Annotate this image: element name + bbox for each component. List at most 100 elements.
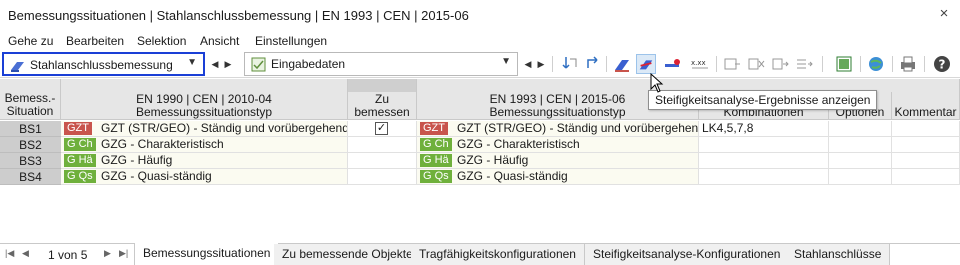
col-header-situation: Bemess.- Situation — [0, 79, 61, 120]
status-badge: GZT — [420, 122, 448, 135]
row-id: BS2 — [0, 137, 61, 153]
move-row-icon[interactable] — [770, 54, 790, 74]
view-select[interactable]: Eingabedaten ▼ — [244, 52, 518, 76]
print-icon[interactable] — [898, 54, 918, 74]
left-type-cell[interactable]: G Hä GZG - Häufig — [61, 153, 348, 169]
col-header-top-left — [61, 79, 348, 92]
export-row-icon[interactable] — [794, 54, 814, 74]
module-select-value: Stahlanschlussbemessung — [30, 58, 173, 72]
left-type-cell[interactable]: G Ch GZG - Charakteristisch — [61, 137, 348, 153]
arrow-return-icon[interactable] — [560, 54, 580, 74]
to-design-cell[interactable] — [348, 153, 417, 169]
separator — [860, 56, 861, 72]
col-header-top-mid — [348, 79, 417, 92]
prev-arrow-icon[interactable]: ◀ — [209, 55, 221, 73]
values-icon[interactable]: x.xx — [690, 54, 710, 74]
right-type-cell[interactable]: GZT GZT (STR/GEO) - Ständig und vorüberg… — [417, 121, 699, 137]
close-icon[interactable]: × — [936, 6, 952, 22]
col-header-to-design: Zu bemessen — [348, 92, 417, 120]
menu-view[interactable]: Ansicht — [200, 34, 239, 48]
globe-icon[interactable] — [866, 54, 886, 74]
separator — [552, 56, 553, 72]
menu-edit[interactable]: Bearbeiten — [66, 34, 124, 48]
combos-cell[interactable] — [699, 137, 829, 153]
status-badge: G Ch — [64, 138, 96, 151]
status-badge: GZT — [64, 122, 92, 135]
window-title: Bemessungssituationen | Stahlanschlussbe… — [8, 8, 469, 23]
status-badge: G Qs — [64, 170, 96, 183]
table-row[interactable]: BS2 G Ch GZG - Charakteristisch G Ch GZG… — [0, 137, 960, 153]
svg-text:?: ? — [939, 58, 946, 72]
row-id: BS1 — [0, 121, 61, 137]
separator — [924, 56, 925, 72]
tooltip: Steifigkeitsanalyse-Ergebnisse anzeigen — [648, 90, 878, 110]
title-bar: Bemessungssituationen | Stahlanschlussbe… — [0, 0, 960, 31]
next-arrow-icon[interactable]: ▶ — [535, 55, 547, 73]
menu-bar: Gehe zu Bearbeiten Selektion Ansicht Ein… — [0, 31, 960, 51]
row-id: BS3 — [0, 153, 61, 169]
combos-cell[interactable]: LK4,5,7,8 — [699, 121, 829, 137]
col-header-comment: Kommentar — [892, 92, 960, 120]
menu-settings[interactable]: Einstellungen — [255, 34, 327, 48]
insert-row-icon[interactable] — [722, 54, 742, 74]
bottom-bar: |◀ ◀ 1 von 5 ▶ ▶| Bemessungssituationen … — [0, 243, 960, 265]
menu-selection[interactable]: Selektion — [137, 34, 186, 48]
right-type-cell[interactable]: G Qs GZG - Quasi-ständig — [417, 169, 699, 185]
delete-row-icon[interactable] — [746, 54, 766, 74]
comment-cell[interactable] — [892, 153, 960, 169]
to-design-checkbox[interactable]: ✓ — [375, 122, 388, 135]
prev-page-icon[interactable]: ◀ — [22, 248, 29, 259]
view-select-value: Eingabedaten — [271, 57, 346, 71]
page-indicator: 1 von 5 — [48, 248, 88, 262]
left-type-label: Bemessungssituationstyp — [135, 105, 273, 119]
next-arrow-icon[interactable]: ▶ — [222, 55, 234, 73]
tab-design-situations[interactable]: Bemessungssituationen — [134, 243, 280, 265]
help-icon[interactable]: ? — [932, 54, 952, 74]
steel-connection-icon — [11, 62, 24, 72]
status-badge: G Hä — [64, 154, 96, 167]
svg-text:x.xx: x.xx — [691, 59, 706, 67]
first-page-icon[interactable]: |◀ — [5, 248, 14, 259]
arrow-loop-icon[interactable] — [583, 54, 603, 74]
comment-cell[interactable] — [892, 169, 960, 185]
mouse-cursor-icon — [650, 73, 664, 93]
status-badge: G Hä — [420, 154, 452, 167]
excel-export-icon[interactable] — [834, 54, 854, 74]
right-type-cell[interactable]: G Ch GZG - Charakteristisch — [417, 137, 699, 153]
deformation-icon[interactable] — [662, 54, 682, 74]
left-type-cell[interactable]: G Qs GZG - Quasi-ständig — [61, 169, 348, 185]
toolbar: Stahlanschlussbemessung ▼ ◀ ▶ Eingabedat… — [0, 51, 960, 78]
table-row[interactable]: BS3 G Hä GZG - Häufig G Hä GZG - Häufig — [0, 153, 960, 169]
to-design-cell[interactable] — [348, 137, 417, 153]
options-cell[interactable] — [829, 153, 892, 169]
status-badge: G Ch — [420, 138, 452, 151]
to-design-cell[interactable] — [348, 169, 417, 185]
right-type-cell[interactable]: G Hä GZG - Häufig — [417, 153, 699, 169]
options-cell[interactable] — [829, 121, 892, 137]
tab-stiffness-configurations[interactable]: Steifigkeitsanalyse-Konfigurationen — [585, 244, 790, 265]
result-view-icon[interactable] — [612, 54, 632, 74]
combos-cell[interactable] — [699, 169, 829, 185]
status-badge: G Qs — [420, 170, 452, 183]
tab-objects-to-design[interactable]: Zu bemessende Objekte — [274, 244, 422, 265]
stiffness-results-icon[interactable] — [636, 54, 656, 74]
tab-ultimate-configurations[interactable]: Tragfähigkeitskonfigurationen — [411, 244, 585, 265]
to-design-cell[interactable]: ✓ — [348, 121, 417, 137]
tab-steel-connections[interactable]: Stahlanschlüsse — [786, 244, 891, 265]
comment-cell[interactable] — [892, 121, 960, 137]
separator — [892, 56, 893, 72]
combos-cell[interactable] — [699, 153, 829, 169]
options-cell[interactable] — [829, 169, 892, 185]
table-row[interactable]: BS1 GZT GZT (STR/GEO) - Ständig und vorü… — [0, 121, 960, 137]
prev-arrow-icon[interactable]: ◀ — [522, 55, 534, 73]
table-row[interactable]: BS4 G Qs GZG - Quasi-ständig G Qs GZG - … — [0, 169, 960, 185]
module-select[interactable]: Stahlanschlussbemessung ▼ — [2, 52, 205, 76]
menu-goto[interactable]: Gehe zu — [8, 34, 53, 48]
separator — [716, 56, 717, 72]
last-page-icon[interactable]: ▶| — [119, 248, 128, 259]
next-page-icon[interactable]: ▶ — [104, 248, 111, 259]
comment-cell[interactable] — [892, 137, 960, 153]
options-cell[interactable] — [829, 137, 892, 153]
input-data-icon — [251, 57, 266, 72]
left-type-cell[interactable]: GZT GZT (STR/GEO) - Ständig und vorüberg… — [61, 121, 348, 137]
